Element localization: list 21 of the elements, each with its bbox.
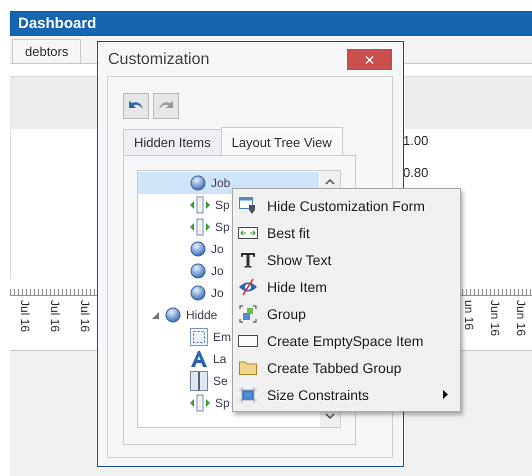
tree-item-label: Job [211, 176, 230, 190]
tree-item-label: La [213, 352, 226, 366]
axis-label: 0.80 [403, 165, 428, 180]
date-label: Jul 16 [48, 300, 62, 334]
dashboard-title: Dashboard [10, 11, 532, 36]
tree-item-label: Sp [215, 396, 230, 410]
tree-item-label: Se [213, 374, 228, 388]
date-label: Jun 16 [488, 300, 502, 338]
dialog-title: Customization [108, 50, 210, 68]
tree-item-label: Hidde [186, 308, 218, 322]
tree-item-label: Em [213, 330, 231, 344]
tree-item-label: Sp [215, 198, 230, 212]
axis-label: 1.00 [403, 133, 428, 148]
tree-item-label: Jo [211, 286, 224, 300]
tree-item-label: Sp [215, 220, 230, 234]
date-label: Jul 16 [18, 300, 32, 334]
date-label: Jun 16 [514, 300, 528, 338]
date-label: un 16 [462, 300, 476, 332]
tree-item-label: Jo [211, 242, 224, 256]
tree-item-label: Jo [211, 264, 224, 278]
date-label: Jul 16 [78, 300, 92, 334]
